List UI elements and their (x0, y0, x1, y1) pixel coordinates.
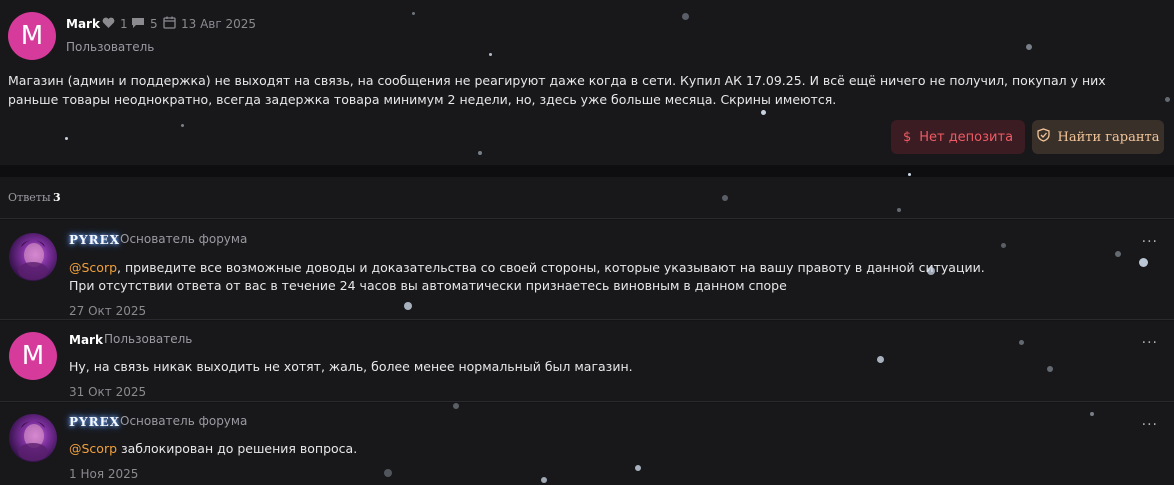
avatar[interactable] (9, 414, 57, 462)
post-author-role: Пользователь (66, 40, 155, 54)
more-options-icon[interactable]: ··· (1142, 417, 1158, 433)
reply-date[interactable]: 1 Ноя 2025 (69, 467, 138, 481)
forum-thread: M Mark 1 5 13 Авг 2025 Пользователь Мага… (0, 0, 1174, 485)
snow-dot (453, 403, 459, 409)
reply-author-role: Основатель форума (120, 414, 248, 428)
snow-dot (1001, 243, 1006, 248)
snow-dot (404, 302, 412, 310)
avatar-image (18, 421, 48, 461)
avatar[interactable]: M (8, 12, 56, 60)
snow-dot (1019, 340, 1024, 345)
reply-author[interactable]: PYREX (69, 233, 120, 247)
reply-author-role: Пользователь (104, 332, 193, 346)
comment-icon (131, 17, 145, 32)
mention-link[interactable]: @Scorp (69, 260, 117, 275)
snow-dot (927, 267, 935, 275)
snow-dot (489, 53, 492, 56)
post-author[interactable]: Mark (66, 17, 100, 31)
snow-dot (1115, 251, 1121, 257)
reply-item: M Mark Пользователь Ну, на связь никак в… (0, 321, 1174, 402)
more-options-icon[interactable]: ··· (1142, 335, 1158, 351)
snow-dot (722, 195, 728, 201)
snow-dot (877, 356, 884, 363)
answers-count: 3 (53, 191, 61, 204)
no-deposit-label: Нет депозита (919, 129, 1014, 145)
post-date: 13 Авг 2025 (181, 17, 257, 31)
reply-item: PYREX Основатель форума @Scorp заблокиро… (0, 403, 1174, 485)
calendar-icon (163, 16, 176, 32)
reply-author[interactable]: Mark (69, 333, 103, 347)
snow-dot (541, 477, 547, 483)
avatar[interactable] (9, 233, 57, 281)
reply-date[interactable]: 31 Окт 2025 (69, 385, 146, 399)
answers-label: Ответы (8, 191, 51, 204)
reply-item: PYREX Основатель форума @Scorp, приведит… (0, 220, 1174, 320)
reply-text: @Scorp заблокирован до решения вопроса. (69, 441, 358, 456)
avatar[interactable]: M (9, 332, 57, 380)
reply-author[interactable]: PYREX (69, 415, 120, 429)
find-guarantor-label: Найти гаранта (1057, 129, 1160, 145)
snow-dot (1026, 44, 1032, 50)
avatar-image (18, 240, 48, 280)
snow-dot (897, 208, 901, 212)
snow-dot (181, 124, 184, 127)
more-options-icon[interactable]: ··· (1142, 234, 1158, 250)
section-divider (0, 165, 1174, 177)
snow-dot (908, 173, 911, 176)
mention-link[interactable]: @Scorp (69, 441, 117, 456)
snow-dot (682, 13, 689, 20)
dollar-icon: $ (902, 129, 912, 145)
snow-dot (1139, 258, 1148, 267)
snow-dot (1165, 97, 1170, 102)
shield-check-icon (1036, 128, 1050, 146)
snow-dot (1047, 366, 1053, 372)
answers-header: Ответы 3 (0, 177, 1174, 219)
likes-count: 1 (120, 17, 128, 31)
reply-text: @Scorp, приведите все возможные доводы и… (69, 260, 985, 293)
find-guarantor-button[interactable]: Найти гаранта (1032, 120, 1164, 154)
snow-dot (1090, 412, 1094, 416)
snow-dot (412, 12, 415, 15)
snow-dot (635, 465, 641, 471)
reply-text: Ну, на связь никак выходить не хотят, жа… (69, 359, 633, 374)
reply-date[interactable]: 27 Окт 2025 (69, 304, 146, 318)
heart-icon (102, 17, 115, 32)
no-deposit-button[interactable]: $ Нет депозита (891, 120, 1025, 154)
snow-dot (761, 110, 766, 115)
original-post: M Mark 1 5 13 Авг 2025 Пользователь Мага… (0, 0, 1174, 165)
post-body: Магазин (админ и поддержка) не выходят н… (8, 73, 1106, 107)
reply-author-role: Основатель форума (120, 232, 248, 246)
snow-dot (65, 137, 68, 140)
replies-count: 5 (150, 17, 158, 31)
snow-dot (384, 469, 392, 477)
snow-dot (478, 151, 482, 155)
